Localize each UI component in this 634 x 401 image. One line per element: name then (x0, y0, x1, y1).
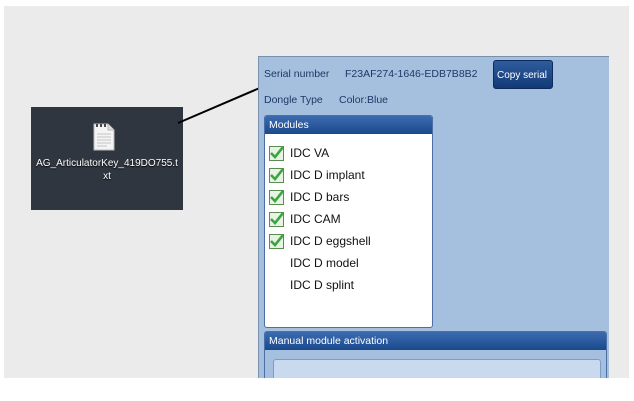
module-item-idc-d-eggshell[interactable]: IDC D eggshell (269, 232, 371, 250)
modules-header: Modules (265, 116, 432, 134)
serial-number-label: Serial number (264, 68, 330, 80)
manual-activation-header: Manual module activation (265, 332, 606, 350)
checkbox-checked-icon[interactable] (269, 145, 284, 161)
app-window: Serial number F23AF274-1646-EDB7B8B2 Cop… (258, 56, 609, 378)
checkbox-checked-icon[interactable] (269, 211, 284, 227)
modules-group: Modules IDC VA IDC D implant IDC D bars … (264, 115, 433, 328)
module-item-idc-d-implant[interactable]: IDC D implant (269, 166, 365, 184)
checkbox-checked-icon[interactable] (269, 189, 284, 205)
dongle-type-value: Color:Blue (339, 94, 389, 106)
manual-activation-group: Manual module activation (264, 331, 607, 378)
module-item-idc-d-bars[interactable]: IDC D bars (269, 188, 349, 206)
module-label: IDC VA (290, 146, 330, 160)
module-label: IDC D splint (290, 278, 355, 292)
module-label: IDC D implant (290, 168, 365, 182)
dongle-type-label: Dongle Type (264, 94, 323, 106)
serial-number-value: F23AF274-1646-EDB7B8B2 (345, 68, 478, 80)
module-label: IDC D eggshell (290, 234, 371, 248)
screenshot-canvas: AG_ArticulatorKey_419DO755.txt Serial nu… (4, 6, 629, 378)
checkbox-checked-icon[interactable] (269, 167, 284, 183)
module-label: IDC D bars (290, 190, 350, 204)
module-item-idc-d-splint[interactable]: IDC D splint (269, 276, 354, 294)
checkbox-checked-icon[interactable] (269, 233, 284, 249)
copy-serial-button[interactable]: Copy serial (493, 60, 553, 89)
module-item-idc-d-model[interactable]: IDC D model (269, 254, 359, 272)
module-item-idc-va[interactable]: IDC VA (269, 144, 329, 162)
module-label: IDC D model (290, 256, 359, 270)
module-item-idc-cam[interactable]: IDC CAM (269, 210, 341, 228)
manual-activation-input-area[interactable] (273, 359, 601, 378)
module-label: IDC CAM (290, 212, 341, 226)
